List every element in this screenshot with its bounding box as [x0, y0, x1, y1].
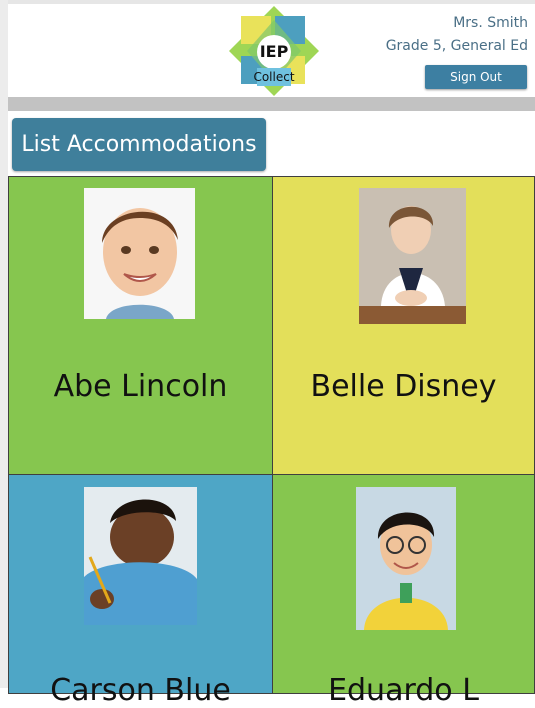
student-card-eduardo-l[interactable]: Eduardo L	[272, 474, 535, 708]
student-card-belle-disney[interactable]: Belle Disney	[272, 176, 535, 475]
student-photo	[359, 188, 466, 324]
list-accommodations-button[interactable]: List Accommodations	[12, 118, 266, 171]
logo-text-iep: IEP	[259, 42, 289, 61]
student-name: Belle Disney	[310, 369, 497, 404]
student-name: Abe Lincoln	[53, 369, 228, 404]
student-name: Eduardo L	[328, 673, 479, 708]
student-photo	[84, 487, 197, 625]
student-photo	[84, 188, 195, 319]
student-card-carson-blue[interactable]: Carson Blue	[8, 474, 273, 708]
iep-collect-logo: IEP Collect	[229, 6, 319, 96]
logo-text-collect: Collect	[253, 70, 295, 84]
app-header: IEP Collect Mrs. Smith Grade 5, General …	[8, 4, 535, 97]
left-edge	[0, 0, 8, 688]
student-name: Carson Blue	[50, 673, 231, 708]
header-divider-band	[8, 97, 535, 111]
sign-out-button[interactable]: Sign Out	[425, 65, 527, 89]
teacher-grade: Grade 5, General Ed	[385, 38, 528, 54]
student-card-abe-lincoln[interactable]: Abe Lincoln	[8, 176, 273, 475]
student-photo	[356, 487, 456, 630]
teacher-name: Mrs. Smith	[453, 15, 528, 31]
